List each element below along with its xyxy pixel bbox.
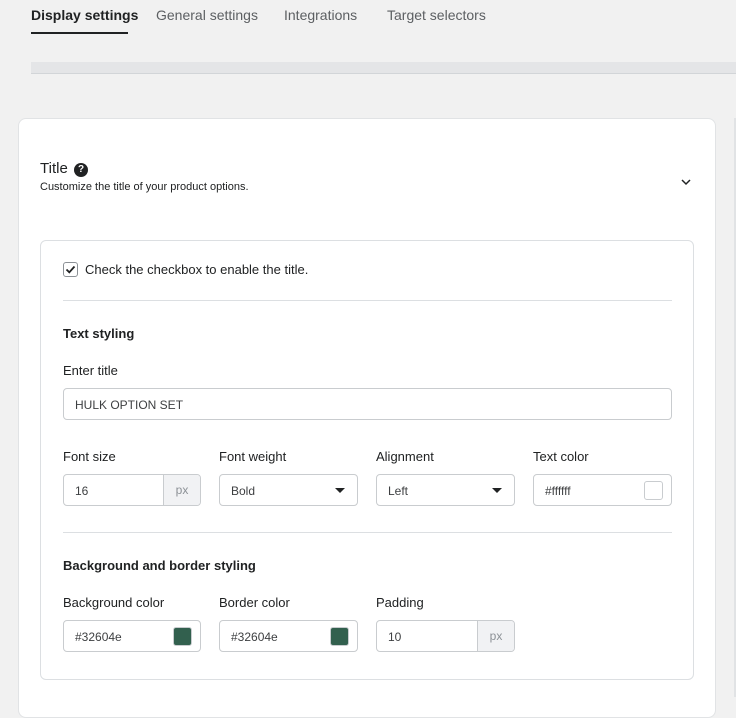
padding-unit: px bbox=[477, 621, 514, 651]
text-styling-heading: Text styling bbox=[63, 326, 135, 341]
settings-tabs: Display settings General settings Integr… bbox=[0, 0, 736, 34]
font-weight-label: Font weight bbox=[219, 449, 287, 464]
background-color-label: Background color bbox=[63, 595, 165, 610]
padding-label: Padding bbox=[376, 595, 424, 610]
section-title: Title bbox=[40, 160, 68, 177]
alignment-label: Alignment bbox=[376, 449, 434, 464]
background-color-value: #32604e bbox=[75, 630, 122, 644]
title-settings-panel: Check the checkbox to enable the title. … bbox=[40, 240, 694, 680]
enable-title-label: Check the checkbox to enable the title. bbox=[85, 262, 309, 277]
tab-display-settings[interactable]: Display settings bbox=[31, 7, 138, 23]
font-size-value: 16 bbox=[75, 484, 89, 498]
font-size-unit: px bbox=[163, 475, 200, 505]
border-color-value: #32604e bbox=[231, 630, 278, 644]
divider bbox=[63, 532, 672, 533]
tab-general-settings[interactable]: General settings bbox=[156, 7, 258, 23]
checkmark-icon bbox=[65, 265, 76, 274]
section-description: Customize the title of your product opti… bbox=[40, 181, 249, 193]
caret-down-icon bbox=[492, 488, 502, 493]
font-weight-select[interactable]: Bold bbox=[219, 474, 358, 506]
alignment-value: Left bbox=[388, 484, 409, 498]
padding-input[interactable]: 10 px bbox=[376, 620, 515, 652]
title-input[interactable]: HULK OPTION SET bbox=[63, 388, 672, 420]
border-color-label: Border color bbox=[219, 595, 290, 610]
caret-down-icon bbox=[335, 488, 345, 493]
font-weight-value: Bold bbox=[231, 484, 256, 498]
text-color-label: Text color bbox=[533, 449, 589, 464]
tab-integrations[interactable]: Integrations bbox=[284, 7, 357, 23]
title-input-value: HULK OPTION SET bbox=[75, 398, 184, 412]
padding-value: 10 bbox=[388, 630, 402, 644]
enter-title-label: Enter title bbox=[63, 363, 118, 378]
background-color-input[interactable]: #32604e bbox=[63, 620, 201, 652]
background-color-swatch[interactable] bbox=[173, 627, 192, 646]
text-color-value: #ffffff bbox=[545, 484, 571, 498]
help-icon[interactable]: ? bbox=[74, 163, 88, 177]
alignment-select[interactable]: Left bbox=[376, 474, 515, 506]
active-tab-indicator bbox=[31, 32, 128, 34]
text-color-swatch[interactable] bbox=[644, 481, 663, 500]
banner-strip bbox=[31, 62, 736, 74]
font-size-label: Font size bbox=[63, 449, 116, 464]
font-size-input[interactable]: 16 px bbox=[63, 474, 201, 506]
text-color-input[interactable]: #ffffff bbox=[533, 474, 672, 506]
divider bbox=[63, 300, 672, 301]
title-settings-card: Title ? Customize the title of your prod… bbox=[18, 118, 716, 718]
border-color-swatch[interactable] bbox=[330, 627, 349, 646]
chevron-down-icon[interactable] bbox=[679, 175, 693, 189]
border-color-input[interactable]: #32604e bbox=[219, 620, 358, 652]
bg-border-heading: Background and border styling bbox=[63, 558, 256, 573]
enable-title-checkbox[interactable] bbox=[63, 262, 78, 277]
tab-target-selectors[interactable]: Target selectors bbox=[387, 7, 486, 23]
